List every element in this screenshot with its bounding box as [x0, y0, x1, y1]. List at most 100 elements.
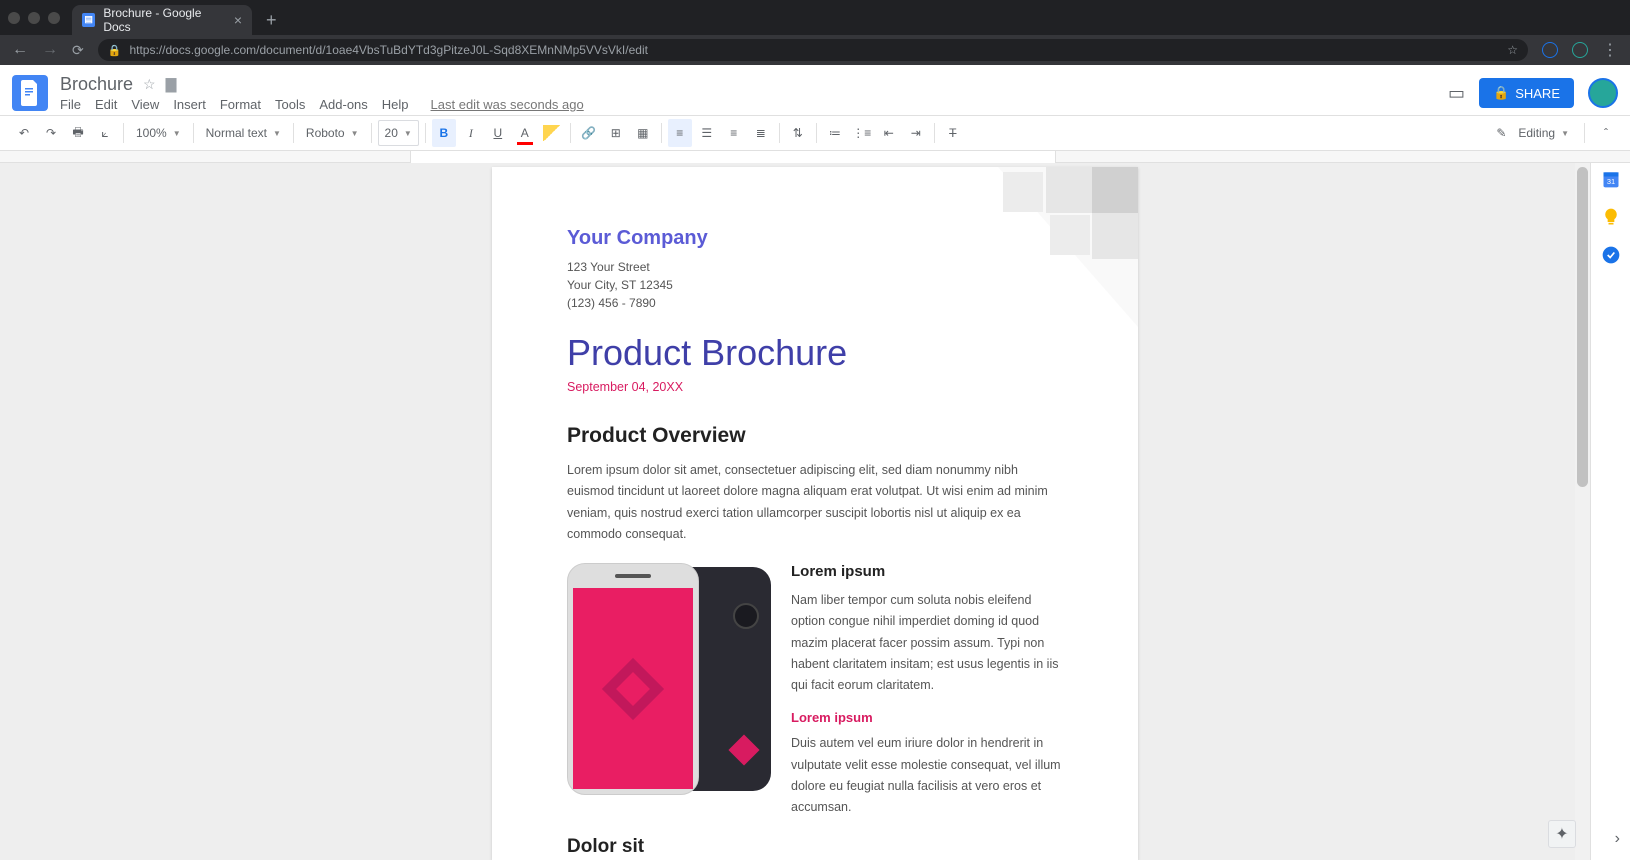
- comments-icon[interactable]: ▭: [1448, 83, 1465, 104]
- subsection-body[interactable]: Duis autem vel eum iriure dolor in hendr…: [791, 733, 1063, 818]
- font-select[interactable]: Roboto ▼: [300, 120, 365, 146]
- browser-tab-strip: ▤ Brochure - Google Docs × +: [0, 0, 1630, 35]
- company-name[interactable]: Your Company: [567, 227, 1063, 250]
- back-button[interactable]: ←: [12, 41, 28, 59]
- new-tab-button[interactable]: +: [266, 10, 277, 31]
- menu-view[interactable]: View: [131, 97, 159, 112]
- vertical-scrollbar[interactable]: [1575, 163, 1590, 860]
- bookmark-star-icon[interactable]: ☆: [1507, 43, 1518, 57]
- last-edit-info[interactable]: Last edit was seconds ago: [431, 97, 584, 112]
- brochure-title[interactable]: Product Brochure: [567, 332, 1063, 374]
- close-window[interactable]: [8, 12, 20, 24]
- hide-side-panel-button[interactable]: ›: [1615, 830, 1620, 848]
- brochure-date[interactable]: September 04, 20XX: [567, 380, 1063, 394]
- undo-button[interactable]: ↶: [12, 119, 36, 147]
- redo-button[interactable]: ↷: [39, 119, 63, 147]
- subsection-heading[interactable]: Lorem ipsum: [791, 710, 1063, 725]
- browser-menu-icon[interactable]: ⋮: [1602, 40, 1618, 60]
- highlight-button[interactable]: [540, 119, 564, 147]
- browser-toolbar: ← → ⟳ 🔒 https://docs.google.com/document…: [0, 35, 1630, 65]
- editing-label: Editing: [1518, 126, 1555, 140]
- tasks-icon[interactable]: [1601, 245, 1621, 265]
- share-button[interactable]: 🔒 SHARE: [1479, 78, 1574, 108]
- styles-select[interactable]: Normal text ▼: [200, 120, 287, 146]
- style-value: Normal text: [206, 126, 267, 140]
- section-body[interactable]: Nam liber tempor cum soluta nobis eleife…: [791, 590, 1063, 696]
- docs-header: Brochure ☆ ▇ File Edit View Insert Forma…: [0, 65, 1630, 115]
- calendar-icon[interactable]: 31: [1601, 169, 1621, 189]
- menu-addons[interactable]: Add-ons: [319, 97, 367, 112]
- window-controls: [8, 12, 60, 24]
- scrollbar-thumb[interactable]: [1577, 167, 1588, 487]
- bulleted-list-button[interactable]: ⋮≡: [850, 119, 874, 147]
- extension-icon[interactable]: [1572, 42, 1588, 58]
- chevron-down-icon: ▼: [404, 129, 412, 138]
- increase-indent-button[interactable]: ⇥: [904, 119, 928, 147]
- star-icon[interactable]: ☆: [143, 76, 156, 93]
- document-page[interactable]: Your Company 123 Your Street Your City, …: [492, 167, 1138, 860]
- underline-button[interactable]: U: [486, 119, 510, 147]
- menu-help[interactable]: Help: [382, 97, 409, 112]
- keep-icon[interactable]: [1601, 207, 1621, 227]
- address-bar[interactable]: 🔒 https://docs.google.com/document/d/1oa…: [98, 39, 1528, 61]
- docs-logo-icon[interactable]: [12, 75, 48, 111]
- section-heading[interactable]: Lorem ipsum: [791, 563, 1063, 580]
- menu-format[interactable]: Format: [220, 97, 261, 112]
- diamond-logo-icon: [602, 657, 664, 719]
- reload-button[interactable]: ⟳: [72, 42, 84, 59]
- align-left-button[interactable]: ≡: [668, 119, 692, 147]
- explore-button[interactable]: ✦: [1548, 820, 1576, 848]
- lock-icon: 🔒: [1493, 85, 1509, 101]
- insert-comment-button[interactable]: ⊞: [604, 119, 628, 147]
- overview-body[interactable]: Lorem ipsum dolor sit amet, consectetuer…: [567, 460, 1063, 545]
- document-title[interactable]: Brochure: [60, 74, 133, 95]
- paint-format-button[interactable]: ⟀: [93, 119, 117, 147]
- size-value: 20: [385, 126, 398, 140]
- align-right-button[interactable]: ≡: [722, 119, 746, 147]
- font-value: Roboto: [306, 126, 345, 140]
- pencil-icon: ✎: [1496, 126, 1506, 140]
- chevron-down-icon: ▼: [1561, 129, 1569, 138]
- maximize-window[interactable]: [48, 12, 60, 24]
- product-image[interactable]: [567, 563, 771, 795]
- clear-formatting-button[interactable]: T: [941, 119, 965, 147]
- menu-insert[interactable]: Insert: [173, 97, 206, 112]
- menu-file[interactable]: File: [60, 97, 81, 112]
- zoom-value: 100%: [136, 126, 167, 140]
- menu-bar: File Edit View Insert Format Tools Add-o…: [60, 97, 584, 112]
- numbered-list-button[interactable]: ≔: [823, 119, 847, 147]
- bold-button[interactable]: B: [432, 119, 456, 147]
- zoom-select[interactable]: 100%▼: [130, 120, 187, 146]
- horizontal-ruler[interactable]: [0, 151, 1630, 163]
- insert-image-button[interactable]: ▦: [631, 119, 655, 147]
- minimize-window[interactable]: [28, 12, 40, 24]
- chevron-down-icon: ▼: [351, 129, 359, 138]
- docs-favicon: ▤: [82, 13, 95, 27]
- editing-mode-select[interactable]: Editing ▼: [1512, 120, 1575, 146]
- url-text: https://docs.google.com/document/d/1oae4…: [129, 43, 648, 57]
- overview-heading[interactable]: Product Overview: [567, 424, 1063, 448]
- chevron-down-icon: ▼: [273, 129, 281, 138]
- extension-icon[interactable]: [1542, 42, 1558, 58]
- account-avatar[interactable]: [1588, 78, 1618, 108]
- font-size-select[interactable]: 20 ▼: [378, 120, 419, 146]
- italic-button[interactable]: I: [459, 119, 483, 147]
- align-justify-button[interactable]: ≣: [749, 119, 773, 147]
- decrease-indent-button[interactable]: ⇤: [877, 119, 901, 147]
- section-heading[interactable]: Dolor sit: [567, 836, 1063, 858]
- align-center-button[interactable]: ☰: [695, 119, 719, 147]
- line-spacing-button[interactable]: ⇅: [786, 119, 810, 147]
- close-tab-icon[interactable]: ×: [234, 12, 242, 28]
- move-folder-icon[interactable]: ▇: [166, 76, 177, 93]
- address-line: 123 Your Street: [567, 258, 1063, 276]
- address-line: Your City, ST 12345: [567, 276, 1063, 294]
- text-color-button[interactable]: A: [513, 119, 537, 147]
- print-button[interactable]: 🖶: [66, 119, 90, 147]
- insert-link-button[interactable]: 🔗: [577, 119, 601, 147]
- forward-button[interactable]: →: [42, 41, 58, 59]
- browser-tab[interactable]: ▤ Brochure - Google Docs ×: [72, 5, 252, 35]
- company-address[interactable]: 123 Your Street Your City, ST 12345 (123…: [567, 258, 1063, 312]
- menu-edit[interactable]: Edit: [95, 97, 117, 112]
- menu-tools[interactable]: Tools: [275, 97, 305, 112]
- collapse-toolbar-button[interactable]: ˆ: [1594, 119, 1618, 147]
